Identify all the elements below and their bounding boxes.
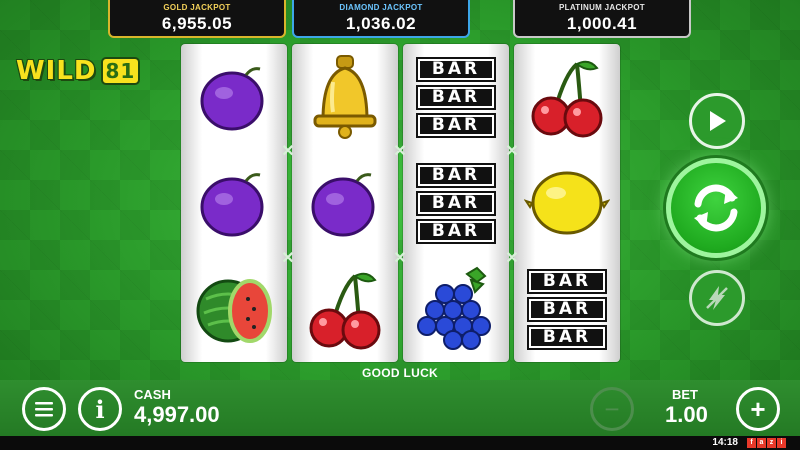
- platinum-jackpot-label: PLATINUM JACKPOT: [559, 3, 645, 12]
- bar-block: BAR: [416, 112, 496, 138]
- bar-block: BAR: [527, 296, 607, 322]
- separator-x-icon: ✕: [281, 143, 295, 160]
- bar-block: BAR: [416, 84, 496, 110]
- hamburger-icon: [35, 402, 53, 417]
- game-logo: WILD 81: [16, 56, 141, 86]
- diamond-jackpot: DIAMOND JACKPOT 1,036.02: [292, 0, 470, 38]
- reel-2: [292, 44, 398, 362]
- bar-block: BAR: [527, 324, 607, 350]
- autoplay-button[interactable]: [689, 93, 745, 149]
- minus-icon: −: [604, 393, 620, 424]
- bar-icon: BAR BAR BAR: [403, 150, 509, 256]
- gold-jackpot: GOLD JACKPOT 6,955.05: [108, 0, 286, 38]
- separator-x-icon: ✕: [505, 143, 519, 160]
- diamond-jackpot-value: 1,036.02: [345, 14, 417, 33]
- separator-x-icon: ✕: [281, 250, 295, 267]
- decrease-bet-button[interactable]: −: [590, 387, 634, 431]
- reel-3: BAR BAR BAR BAR BAR BAR: [403, 44, 509, 362]
- brand-letter: a: [757, 438, 766, 448]
- brand-letter: i: [777, 438, 786, 448]
- logo-word: WILD: [16, 56, 97, 86]
- increase-bet-button[interactable]: +: [736, 387, 780, 431]
- spin-button[interactable]: [666, 158, 766, 258]
- bar-block: BAR: [416, 56, 496, 82]
- spin-arrows-icon: [694, 184, 738, 232]
- reel-4: BAR BAR BAR: [514, 44, 620, 362]
- lemon-icon: [514, 150, 620, 256]
- bell-icon: [292, 44, 398, 150]
- cash-value: 4,997.00: [134, 402, 220, 427]
- separator-x-icon: ✕: [393, 250, 407, 267]
- cash-label: CASH: [134, 387, 171, 402]
- reel-1: [181, 44, 287, 362]
- bet-value: 1.00: [665, 402, 708, 427]
- plum-icon: [181, 44, 287, 150]
- info-button[interactable]: i: [78, 387, 122, 431]
- brand-letter: z: [767, 438, 776, 448]
- lightning-off-icon: [706, 286, 728, 310]
- cherries-icon: [514, 44, 620, 150]
- cherries-icon: [292, 256, 398, 362]
- plum-icon: [181, 150, 287, 256]
- bar-block: BAR: [416, 190, 496, 216]
- bar-block: BAR: [527, 268, 607, 294]
- bar-icon: BAR BAR BAR: [403, 44, 509, 150]
- gold-jackpot-label: GOLD JACKPOT: [163, 3, 231, 12]
- separator-x-icon: ✕: [505, 250, 519, 267]
- logo-number: 81: [100, 57, 141, 85]
- separator-x-icon: ✕: [393, 143, 407, 160]
- menu-button[interactable]: [22, 387, 66, 431]
- status-message: GOOD LUCK: [361, 366, 439, 380]
- status-bar: 14:18 f a z i: [0, 436, 800, 450]
- bar-block: BAR: [416, 218, 496, 244]
- turbo-button[interactable]: [689, 270, 745, 326]
- platinum-jackpot-value: 1,000.41: [566, 14, 638, 33]
- bar-icon: BAR BAR BAR: [514, 256, 620, 362]
- diamond-jackpot-label: DIAMOND JACKPOT: [339, 3, 423, 12]
- bet-label: BET: [672, 387, 698, 402]
- watermelon-icon: [181, 256, 287, 362]
- gold-jackpot-value: 6,955.05: [161, 14, 233, 33]
- play-icon: [710, 111, 726, 131]
- platinum-jackpot: PLATINUM JACKPOT 1,000.41: [513, 0, 691, 38]
- plus-icon: +: [750, 393, 766, 424]
- brand-logo: f a z i: [747, 438, 786, 448]
- bar-block: BAR: [416, 162, 496, 188]
- brand-letter: f: [747, 438, 756, 448]
- clock: 14:18: [712, 437, 738, 448]
- plum-icon: [292, 150, 398, 256]
- info-icon: i: [95, 394, 105, 424]
- grapes-icon: [403, 256, 509, 362]
